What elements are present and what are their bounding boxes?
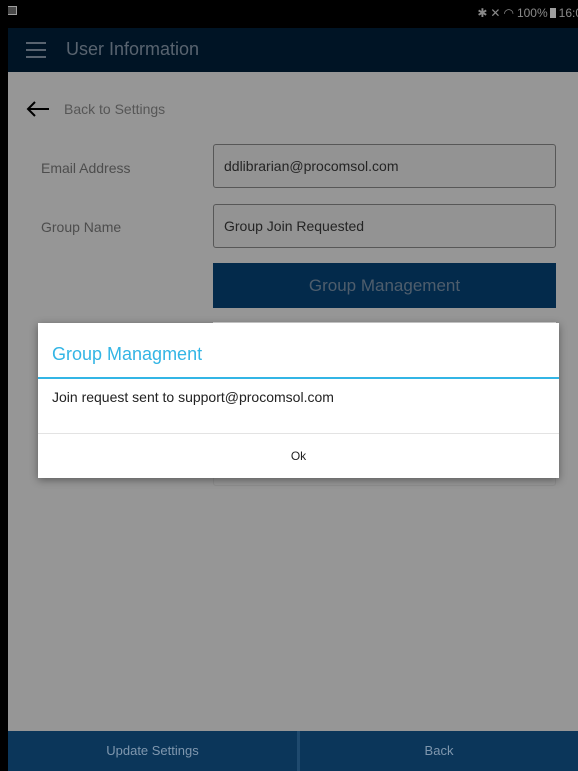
group-management-dialog: Group Managment Join request sent to sup… — [38, 323, 559, 478]
dialog-title-divider — [38, 377, 559, 379]
dialog-message: Join request sent to support@procomsol.c… — [52, 389, 334, 405]
app-frame: ✱✕◠100%16:0 User Information Back to Set… — [8, 0, 578, 771]
back-button[interactable]: Back — [300, 731, 578, 771]
update-settings-button[interactable]: Update Settings — [8, 731, 297, 771]
dialog-title: Group Managment — [52, 344, 203, 364]
bottom-bar: Update Settings Back — [8, 731, 578, 771]
ok-button[interactable]: Ok — [38, 434, 559, 478]
